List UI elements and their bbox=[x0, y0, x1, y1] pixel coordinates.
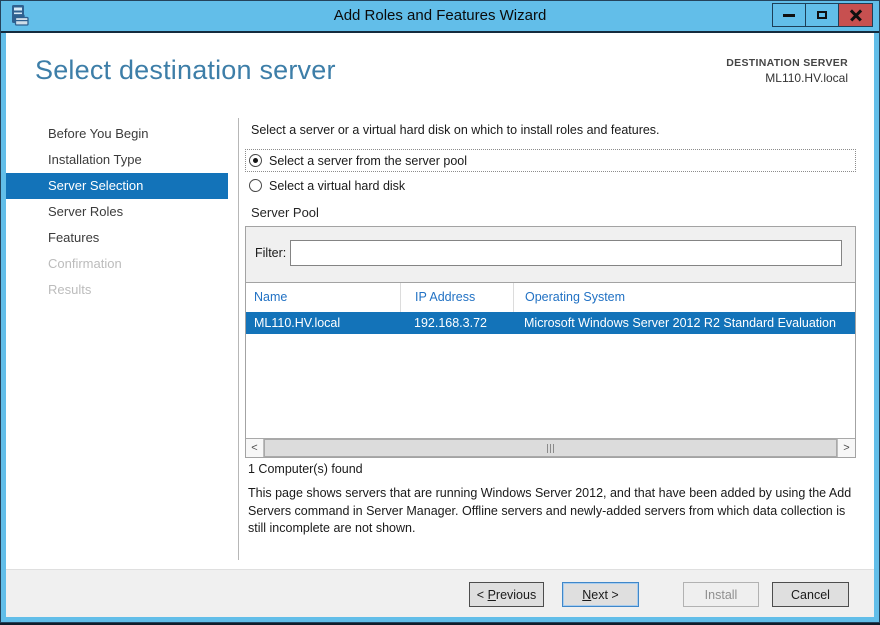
filter-label: Filter: bbox=[255, 246, 287, 260]
scroll-right-button[interactable]: > bbox=[837, 439, 855, 457]
sidebar-item-server-roles[interactable]: Server Roles bbox=[6, 199, 238, 225]
radio-button-icon[interactable] bbox=[249, 179, 262, 192]
sidebar-item-features[interactable]: Features bbox=[6, 225, 238, 251]
cell-server-name: ML110.HV.local bbox=[254, 316, 341, 330]
window-controls bbox=[772, 3, 873, 27]
next-button[interactable]: Next > bbox=[562, 582, 639, 607]
server-pool-table: Name IP Address Operating System ML110.H… bbox=[246, 282, 855, 457]
server-pool-section-label: Server Pool bbox=[251, 205, 319, 220]
screen: Add Roles and Features Wizard Select des… bbox=[0, 0, 880, 625]
previous-button[interactable]: < Previous bbox=[469, 582, 544, 607]
cancel-button[interactable]: Cancel bbox=[772, 582, 849, 607]
minimize-icon bbox=[783, 13, 795, 17]
close-icon bbox=[849, 8, 863, 22]
column-header-name[interactable]: Name bbox=[246, 283, 400, 312]
radio-label: Select a server from the server pool bbox=[269, 153, 467, 168]
table-header-row: Name IP Address Operating System bbox=[246, 283, 855, 312]
horizontal-scrollbar[interactable]: < > bbox=[246, 438, 855, 457]
scrollbar-grip-icon bbox=[546, 443, 555, 453]
cell-ip-address: 192.168.3.72 bbox=[414, 316, 487, 330]
radio-select-virtual-hard-disk[interactable]: Select a virtual hard disk bbox=[246, 175, 855, 196]
sidebar-item-confirmation: Confirmation bbox=[48, 256, 122, 271]
sidebar-item-installation-type[interactable]: Installation Type bbox=[6, 147, 238, 173]
scrollbar-thumb[interactable] bbox=[264, 439, 837, 457]
sidebar-content-divider bbox=[238, 118, 239, 560]
column-header-operating-system[interactable]: Operating System bbox=[513, 283, 855, 312]
column-header-ip-address[interactable]: IP Address bbox=[400, 283, 513, 312]
chevron-right-icon: > bbox=[843, 442, 850, 454]
filter-input[interactable] bbox=[290, 240, 842, 266]
minimize-button[interactable] bbox=[773, 4, 806, 26]
filter-row: Filter: bbox=[246, 227, 855, 282]
titlebar[interactable]: Add Roles and Features Wizard bbox=[1, 1, 879, 31]
computers-found-status: 1 Computer(s) found bbox=[248, 462, 363, 476]
sidebar-item-before-you-begin[interactable]: Before You Begin bbox=[6, 121, 238, 147]
sidebar-item-server-selection[interactable]: Server Selection bbox=[6, 173, 228, 199]
window-title: Add Roles and Features Wizard bbox=[333, 7, 547, 24]
cell-operating-system: Microsoft Windows Server 2012 R2 Standar… bbox=[524, 316, 836, 330]
wizard-steps-nav: Before You Begin Installation Type Serve… bbox=[6, 121, 238, 303]
close-button[interactable] bbox=[839, 4, 872, 26]
scroll-left-button[interactable]: < bbox=[246, 439, 264, 457]
radio-button-icon[interactable] bbox=[249, 154, 262, 167]
install-button: Install bbox=[683, 582, 759, 607]
radio-select-server-pool[interactable]: Select a server from the server pool bbox=[245, 149, 856, 172]
page-description: This page shows servers that are running… bbox=[248, 486, 852, 535]
maximize-button[interactable] bbox=[806, 4, 839, 26]
footer-bar: < Previous Next > Install Cancel bbox=[6, 569, 874, 617]
intro-text: Select a server or a virtual hard disk o… bbox=[251, 123, 660, 137]
sidebar-item-results: Results bbox=[48, 282, 92, 297]
main-content: Select a server or a virtual hard disk o… bbox=[245, 33, 857, 569]
table-empty-area bbox=[246, 334, 855, 438]
table-row-selected[interactable]: ML110.HV.local 192.168.3.72 Microsoft Wi… bbox=[246, 312, 855, 334]
wizard-dialog: Select destination server DESTINATION SE… bbox=[6, 33, 874, 617]
chevron-left-icon: < bbox=[251, 442, 258, 454]
server-pool-box: Filter: Name IP Address Operating System… bbox=[245, 226, 856, 458]
wizard-window: Add Roles and Features Wizard Select des… bbox=[0, 0, 880, 623]
maximize-icon bbox=[817, 11, 827, 19]
radio-label: Select a virtual hard disk bbox=[269, 178, 406, 193]
